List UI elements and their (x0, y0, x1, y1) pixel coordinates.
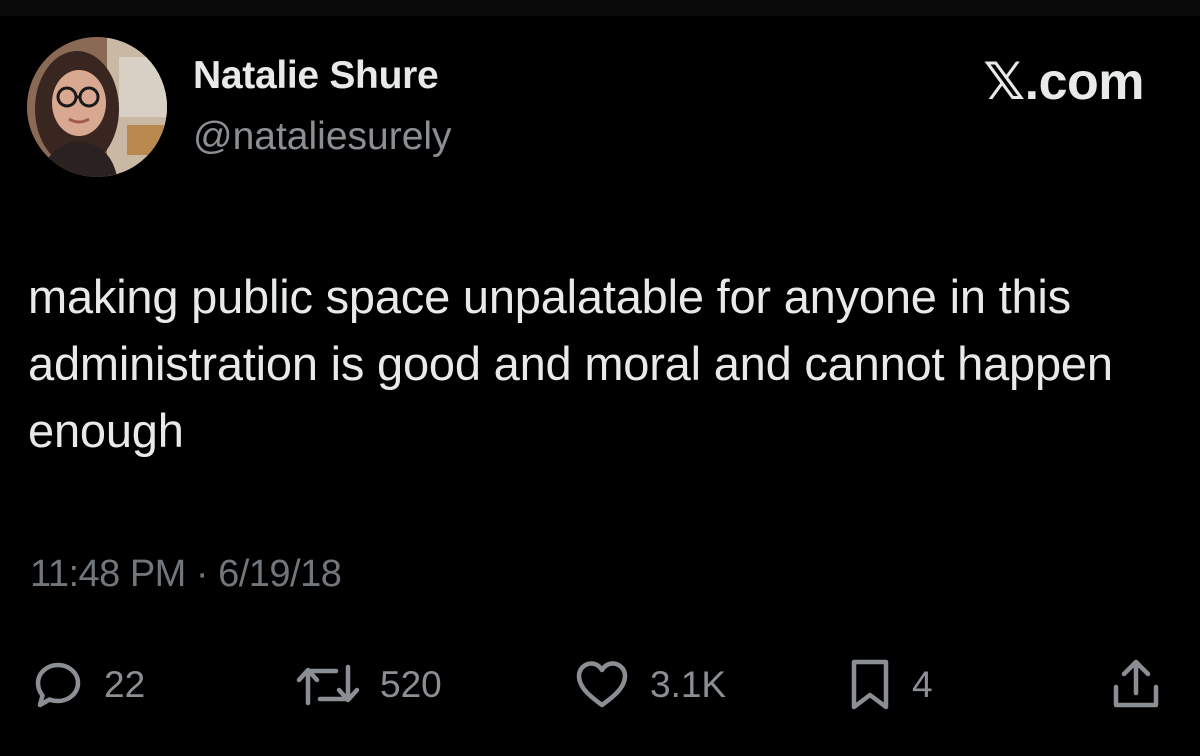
avatar-photo (27, 37, 167, 177)
repost-button[interactable]: 520 (296, 645, 442, 725)
share-icon (1113, 659, 1159, 708)
like-button[interactable]: 3.1K (574, 645, 726, 725)
repost-icon (296, 664, 360, 706)
reply-button[interactable]: 22 (32, 645, 145, 725)
top-edge-bar (0, 0, 1200, 16)
bookmark-button[interactable]: 4 (848, 645, 933, 725)
display-name[interactable]: Natalie Shure (193, 54, 439, 98)
bookmark-icon (851, 659, 889, 710)
avatar[interactable] (27, 37, 167, 177)
reply-icon (35, 662, 81, 708)
share-button[interactable] (1108, 645, 1164, 725)
tweet-text: making public space unpalatable for anyo… (28, 270, 1113, 457)
repost-count: 520 (380, 664, 442, 705)
action-bar: 22 520 3.1K 4 (0, 645, 1200, 725)
x-com-logo: 𝕏.com (983, 53, 1144, 111)
heart-icon (576, 661, 628, 708)
reply-count: 22 (104, 664, 146, 705)
bookmark-count: 4 (912, 664, 933, 705)
like-count: 3.1K (650, 664, 727, 705)
user-handle[interactable]: @nataliesurely (193, 115, 452, 159)
tweet-timestamp[interactable]: 11:48 PM · 6/19/18 (30, 553, 342, 596)
